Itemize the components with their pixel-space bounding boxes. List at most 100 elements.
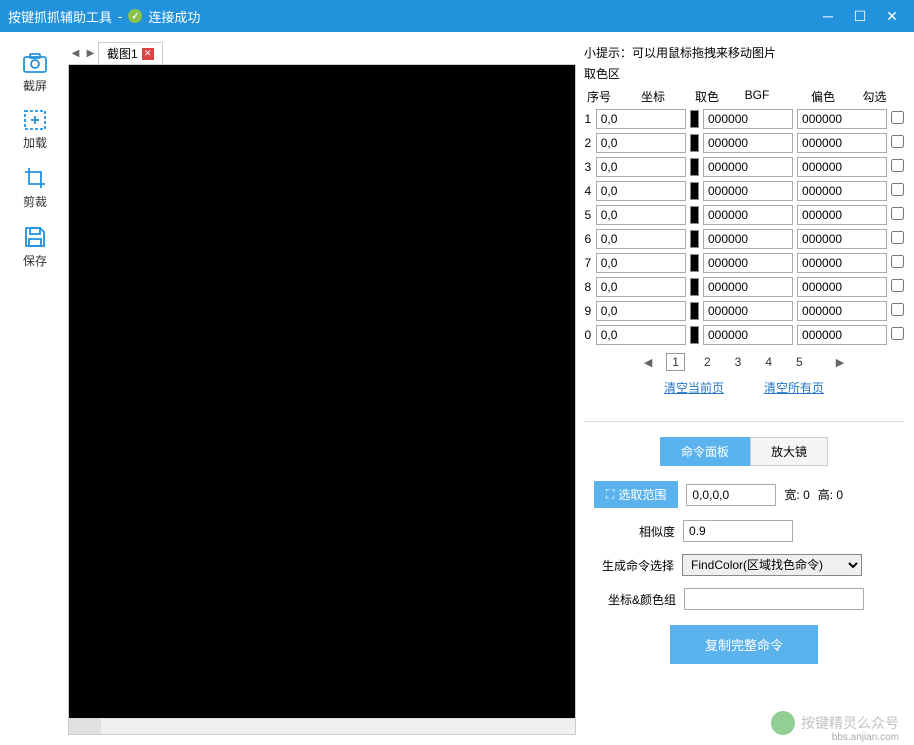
offset-input[interactable] <box>797 109 887 129</box>
minimize-button[interactable]: ─ <box>814 5 842 27</box>
bgf-input[interactable] <box>703 157 793 177</box>
color-swatch[interactable] <box>690 182 699 200</box>
tab-next[interactable]: ▶ <box>83 48 98 59</box>
color-row: 6 <box>584 227 904 251</box>
offset-input[interactable] <box>797 133 887 153</box>
row-checkbox[interactable] <box>891 279 904 292</box>
tab-magnifier[interactable]: 放大镜 <box>750 437 828 466</box>
width-label: 宽: 0 <box>784 486 809 503</box>
color-row: 0 <box>584 323 904 347</box>
camera-icon <box>22 52 48 74</box>
row-idx: 9 <box>584 304 592 318</box>
color-swatch[interactable] <box>690 206 699 224</box>
color-swatch[interactable] <box>690 134 699 152</box>
screenshot-button[interactable]: 截屏 <box>10 52 60 94</box>
coord-input[interactable] <box>596 253 686 273</box>
save-icon <box>23 225 47 249</box>
color-swatch[interactable] <box>690 302 699 320</box>
color-swatch[interactable] <box>690 158 699 176</box>
scrollbar-horizontal[interactable] <box>69 718 575 734</box>
color-section-label: 取色区 <box>584 65 904 82</box>
coord-input[interactable] <box>596 277 686 297</box>
offset-input[interactable] <box>797 181 887 201</box>
app-name: 按键抓抓辅助工具 <box>8 7 112 26</box>
page-number[interactable]: 2 <box>699 354 716 370</box>
bgf-input[interactable] <box>703 277 793 297</box>
height-label: 高: 0 <box>818 486 843 503</box>
coord-color-input[interactable] <box>684 588 864 610</box>
page-number[interactable]: 1 <box>666 353 685 371</box>
bgf-input[interactable] <box>703 181 793 201</box>
clear-all-link[interactable]: 清空所有页 <box>764 379 824 396</box>
maximize-button[interactable]: ☐ <box>846 5 874 27</box>
color-swatch[interactable] <box>690 278 699 296</box>
coord-input[interactable] <box>596 229 686 249</box>
coord-input[interactable] <box>596 181 686 201</box>
color-swatch[interactable] <box>690 110 699 128</box>
bgf-input[interactable] <box>703 205 793 225</box>
tab-cmd-panel[interactable]: 命令面板 <box>660 437 750 466</box>
offset-input[interactable] <box>797 205 887 225</box>
row-idx: 2 <box>584 136 592 150</box>
select-range-button[interactable]: ⛶ 选取范围 <box>594 481 678 508</box>
row-checkbox[interactable] <box>891 255 904 268</box>
row-checkbox[interactable] <box>891 207 904 220</box>
tab-prev[interactable]: ◀ <box>68 48 83 59</box>
bgf-input[interactable] <box>703 325 793 345</box>
page-number[interactable]: 5 <box>791 354 808 370</box>
row-checkbox[interactable] <box>891 159 904 172</box>
offset-input[interactable] <box>797 277 887 297</box>
color-row: 8 <box>584 275 904 299</box>
row-checkbox[interactable] <box>891 231 904 244</box>
gen-cmd-select[interactable]: FindColor(区域找色命令) <box>682 554 862 576</box>
row-idx: 7 <box>584 256 592 270</box>
coord-input[interactable] <box>596 205 686 225</box>
color-table: 序号 坐标 取色 BGF 偏色 勾选 1 2 3 4 <box>584 86 904 347</box>
row-checkbox[interactable] <box>891 327 904 340</box>
header-coord: 坐标 <box>618 88 688 105</box>
row-idx: 8 <box>584 280 592 294</box>
coord-input[interactable] <box>596 301 686 321</box>
clear-current-link[interactable]: 清空当前页 <box>664 379 724 396</box>
page-number[interactable]: 4 <box>760 354 777 370</box>
bgf-input[interactable] <box>703 301 793 321</box>
coord-input[interactable] <box>596 325 686 345</box>
page-prev[interactable]: ◀ <box>644 356 652 369</box>
canvas[interactable] <box>69 65 575 718</box>
coord-color-label: 坐标&颜色组 <box>608 591 676 608</box>
bgf-input[interactable] <box>703 253 793 273</box>
row-checkbox[interactable] <box>891 183 904 196</box>
offset-input[interactable] <box>797 253 887 273</box>
save-button[interactable]: 保存 <box>10 225 60 269</box>
offset-input[interactable] <box>797 229 887 249</box>
tab-close-icon[interactable]: ✕ <box>142 48 154 60</box>
coord-input[interactable] <box>596 109 686 129</box>
copy-command-button[interactable]: 复制完整命令 <box>670 625 818 664</box>
color-row: 1 <box>584 107 904 131</box>
tab-screenshot1[interactable]: 截图1 ✕ <box>98 42 163 64</box>
row-checkbox[interactable] <box>891 303 904 316</box>
bgf-input[interactable] <box>703 133 793 153</box>
row-checkbox[interactable] <box>891 111 904 124</box>
offset-input[interactable] <box>797 301 887 321</box>
similarity-input[interactable] <box>683 520 793 542</box>
range-input[interactable] <box>686 484 776 506</box>
offset-input[interactable] <box>797 157 887 177</box>
color-swatch[interactable] <box>690 326 699 344</box>
status-text: 连接成功 <box>148 7 200 26</box>
coord-input[interactable] <box>596 133 686 153</box>
offset-input[interactable] <box>797 325 887 345</box>
color-swatch[interactable] <box>690 230 699 248</box>
coord-input[interactable] <box>596 157 686 177</box>
load-button[interactable]: 加载 <box>10 109 60 151</box>
row-checkbox[interactable] <box>891 135 904 148</box>
bgf-input[interactable] <box>703 229 793 249</box>
page-number[interactable]: 3 <box>730 354 747 370</box>
color-swatch[interactable] <box>690 254 699 272</box>
row-idx: 1 <box>584 112 592 126</box>
close-button[interactable]: ✕ <box>878 5 906 27</box>
bgf-input[interactable] <box>703 109 793 129</box>
page-next[interactable]: ▶ <box>836 356 844 369</box>
left-toolbar: 截屏 加载 剪裁 保存 <box>10 42 60 735</box>
crop-button[interactable]: 剪裁 <box>10 166 60 210</box>
